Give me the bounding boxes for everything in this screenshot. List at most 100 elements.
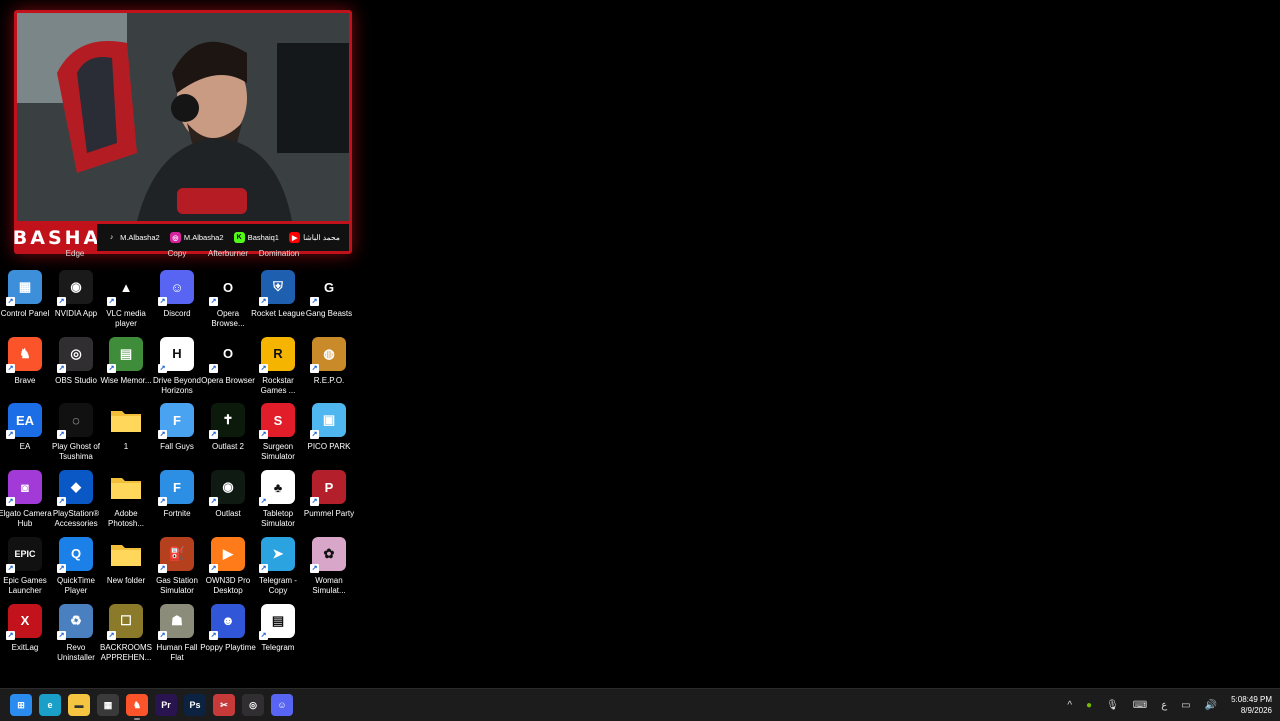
start-icon[interactable]: ⊞ (10, 694, 32, 716)
desktop-icon[interactable]: ☐ ↗ BACKROOMS APPREHEN... (99, 603, 152, 663)
discord-icon[interactable]: ☺ (271, 694, 293, 716)
desktop-icon-label: 1 (123, 442, 129, 452)
photoshop-icon[interactable]: Ps (184, 694, 206, 716)
microsoft-store-icon[interactable]: ▦ (97, 694, 119, 716)
desktop-icon[interactable]: P ↗ Pummel Party (304, 470, 354, 519)
volume-icon[interactable]: 🔊 (1205, 700, 1217, 711)
desktop-icon[interactable]: ✝ ↗ Outlast 2 (203, 403, 253, 452)
desktop-icon[interactable]: ◍ ↗ R.E.P.O. (304, 336, 354, 386)
desktop-icon[interactable]: X ↗ ExitLag (0, 603, 50, 653)
desktop-icon[interactable]: ☺ ↗ Discord (152, 270, 202, 319)
desktop-icon[interactable]: EPIC ↗ Epic Games Launcher (0, 536, 50, 596)
desktop-icon[interactable]: O ↗ Opera Browse... (203, 270, 253, 329)
tabletop-simulator-icon: ♣ ↗ (259, 470, 295, 507)
brave-icon[interactable]: ♞ (126, 694, 148, 720)
desktop-icon[interactable]: ▤ ↗ Wise Memor... (100, 336, 152, 386)
desktop-icon[interactable]: ▣ ↗ PICO PARK (304, 403, 354, 452)
desktop-icon[interactable]: ➤ ↗ Telegram - Copy (253, 536, 303, 596)
social-links: ♪ M.Albasha2 ◎ M.Albasha2 K Bashaiq1 ▶ محمد الب… (97, 224, 349, 251)
desktop-icon-label: Play Ghost of Tsushima (51, 442, 101, 462)
kick-icon: K (233, 232, 245, 243)
social-handle: M.Albasha2 (183, 233, 224, 242)
desktop-icon-label: Drive Beyond Horizons (152, 375, 202, 395)
desktop-icon[interactable]: R ↗ Rockstar Games ... (253, 336, 303, 396)
desktop-icon[interactable]: ◆ ↗ PlayStation® Accessories (51, 470, 101, 529)
desktop-icon[interactable]: ▦ ↗ Control Panel (0, 270, 50, 319)
desktop-icon[interactable]: S ↗ Surgeon Simulator (253, 403, 303, 462)
quicktime-icon: Q ↗ (57, 536, 93, 573)
desktop-icon-label: Adobe Photosh... (107, 509, 145, 529)
desktop-icon[interactable]: Q ↗ QuickTime Player (51, 536, 101, 596)
desktop-icon[interactable]: ▶ ↗ OWN3D Pro Desktop (203, 536, 253, 596)
microphone-icon[interactable]: 🎙 (1106, 700, 1119, 711)
desktop-icon[interactable]: G ↗ Gang Beasts (304, 270, 354, 319)
chevron-up-icon[interactable]: ^ (1067, 700, 1072, 711)
desktop-icon[interactable]: ▲ ↗ VLC media player (101, 270, 151, 329)
desktop-icon-label: BACKROOMS APPREHEN... (99, 642, 152, 662)
rockstar-icon: R ↗ (259, 336, 295, 373)
outlast-2-icon: ✝ ↗ (209, 403, 245, 440)
desktop-icon[interactable]: ◌ ↗ Play Ghost of Tsushima (51, 403, 101, 462)
shortcut-arrow-icon: ↗ (158, 297, 167, 306)
desktop-icon[interactable]: ◉ ↗ NVIDIA App (51, 270, 101, 319)
desktop-icon[interactable]: F ↗ Fall Guys (152, 403, 202, 452)
desktop-icon-label: Human Fall Flat (156, 642, 198, 662)
partial-label: Edge (65, 249, 85, 258)
desktop-icon-label: VLC media player (106, 309, 146, 328)
desktop-icon-label: Rockstar Games ... (260, 375, 296, 395)
desktop-icon[interactable]: ♞ ↗ Brave (0, 336, 50, 386)
telegram-icon: ➤ ↗ (259, 536, 295, 573)
desktop-icon[interactable]: EA ↗ EA (0, 403, 50, 452)
clock[interactable]: 5:08:49 PM 8/9/2026 (1231, 694, 1272, 716)
obs-icon[interactable]: ◎ (242, 694, 264, 716)
desktop-icon[interactable]: ♻ ↗ Revo Uninstaller (51, 603, 101, 663)
desktop-icon[interactable]: F ↗ Fortnite (152, 470, 202, 519)
shortcut-arrow-icon: ↗ (209, 430, 218, 440)
fall-guys-icon: F ↗ (158, 403, 194, 440)
desktop-icon[interactable]: ☻ ↗ Poppy Playtime (200, 603, 256, 653)
file-explorer-icon[interactable]: ▬ (68, 694, 90, 716)
shortcut-arrow-icon: ↗ (158, 363, 167, 373)
desktop-icon-label: NVIDIA App (54, 309, 98, 318)
snipping-icon[interactable]: ✂ (213, 694, 235, 716)
repo-icon: ◍ ↗ (310, 336, 346, 373)
desktop-icon[interactable]: ◎ ↗ OBS Studio (51, 336, 101, 386)
playstation-icon: ◆ ↗ (57, 470, 93, 507)
language-indicator[interactable]: ع (1161, 700, 1167, 711)
edge-icon[interactable]: e (39, 694, 61, 716)
desktop-icon[interactable]: ◉ ↗ Outlast (203, 470, 253, 519)
desktop-icon[interactable]: H ↗ Drive Beyond Horizons (152, 336, 202, 396)
clock-date: 8/9/2026 (1240, 706, 1272, 715)
desktop-icon[interactable]: ▤ ↗ Telegram (253, 603, 303, 653)
desktop-icon[interactable]: ◙ ↗ Elgato Camera Hub (0, 470, 52, 529)
desktop-icon-label: Revo Uninstaller (57, 642, 95, 662)
network-icon[interactable]: ▭ (1181, 700, 1190, 711)
desktop-icon-label: R.E.P.O. (313, 375, 345, 385)
streamer-video-frame (17, 13, 349, 221)
desktop-icon[interactable]: ☗ ↗ Human Fall Flat (152, 603, 202, 663)
social-link: ♪ M.Albasha2 (106, 232, 160, 243)
webcam-overlay: BASHA ♪ M.Albasha2 ◎ M.Albasha2 K Bashaiq1 ▶ مح… (13, 10, 352, 254)
taskbar-apps: ⊞ e ▬ ▦ ♞ Pr Ps ✂ ◎ ☺ (10, 694, 293, 720)
shortcut-arrow-icon: ↗ (209, 297, 218, 306)
desktop-icon[interactable]: ♣ ↗ Tabletop Simulator (253, 470, 303, 529)
pico-park-icon: ▣ ↗ (310, 403, 346, 440)
premiere-pro-icon[interactable]: Pr (155, 694, 177, 716)
shortcut-arrow-icon: ↗ (107, 630, 116, 640)
nvidia-tray-icon[interactable]: ● (1086, 700, 1092, 711)
partial-label: Copy (167, 249, 187, 258)
social-handle: Bashaiq1 (247, 233, 279, 242)
desktop-icon[interactable]: New folder (101, 537, 151, 586)
control-panel-icon: ▦ ↗ (6, 270, 42, 306)
shortcut-arrow-icon: ↗ (57, 630, 66, 640)
desktop-icon[interactable]: O ↗ Opera Browser (201, 336, 255, 386)
desktop-icon[interactable]: Adobe Photosh... (101, 470, 151, 529)
desktop-icon[interactable]: ✿ ↗ Woman Simulat... (304, 536, 354, 596)
desktop-icon[interactable]: ⛽ ↗ Gas Station Simulator (152, 536, 202, 596)
tiktok-icon: ♪ (106, 232, 118, 243)
desktop-icon[interactable]: 1 (101, 403, 151, 452)
shortcut-arrow-icon: ↗ (107, 363, 116, 373)
shortcut-arrow-icon: ↗ (259, 430, 268, 440)
desktop-icon[interactable]: ⛨ ↗ Rocket League (251, 270, 305, 319)
keyboard-icon[interactable]: ⌨ (1133, 700, 1147, 711)
